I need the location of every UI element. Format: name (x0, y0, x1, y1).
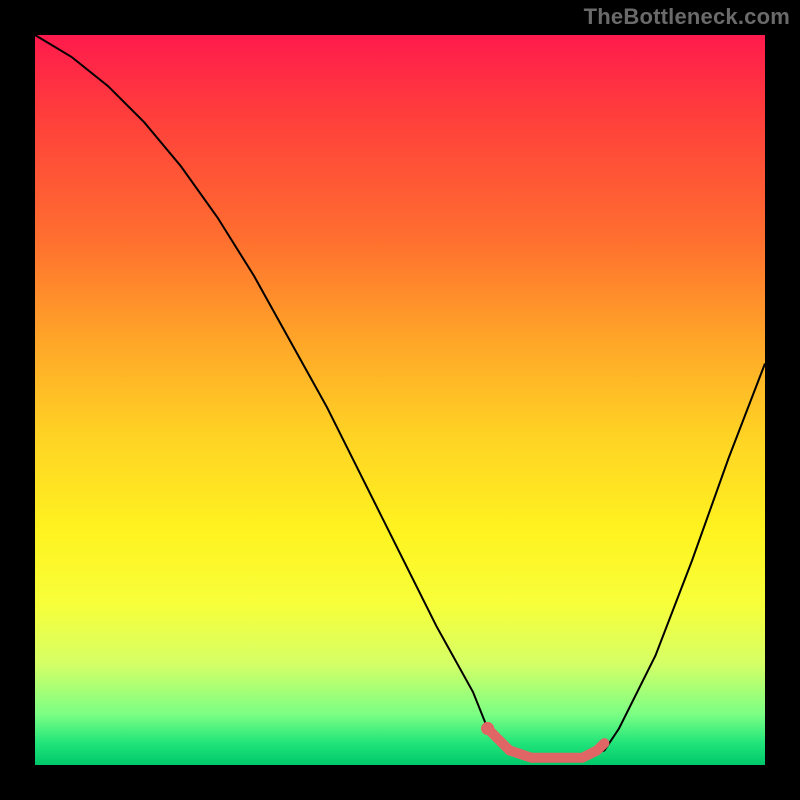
bottleneck-curve (35, 35, 765, 758)
optimal-range-line (488, 729, 605, 758)
plot-area (35, 35, 765, 765)
chart-svg (35, 35, 765, 765)
attribution-text: TheBottleneck.com (584, 4, 790, 30)
chart-frame: TheBottleneck.com (0, 0, 800, 800)
optimal-start-dot (481, 722, 494, 735)
